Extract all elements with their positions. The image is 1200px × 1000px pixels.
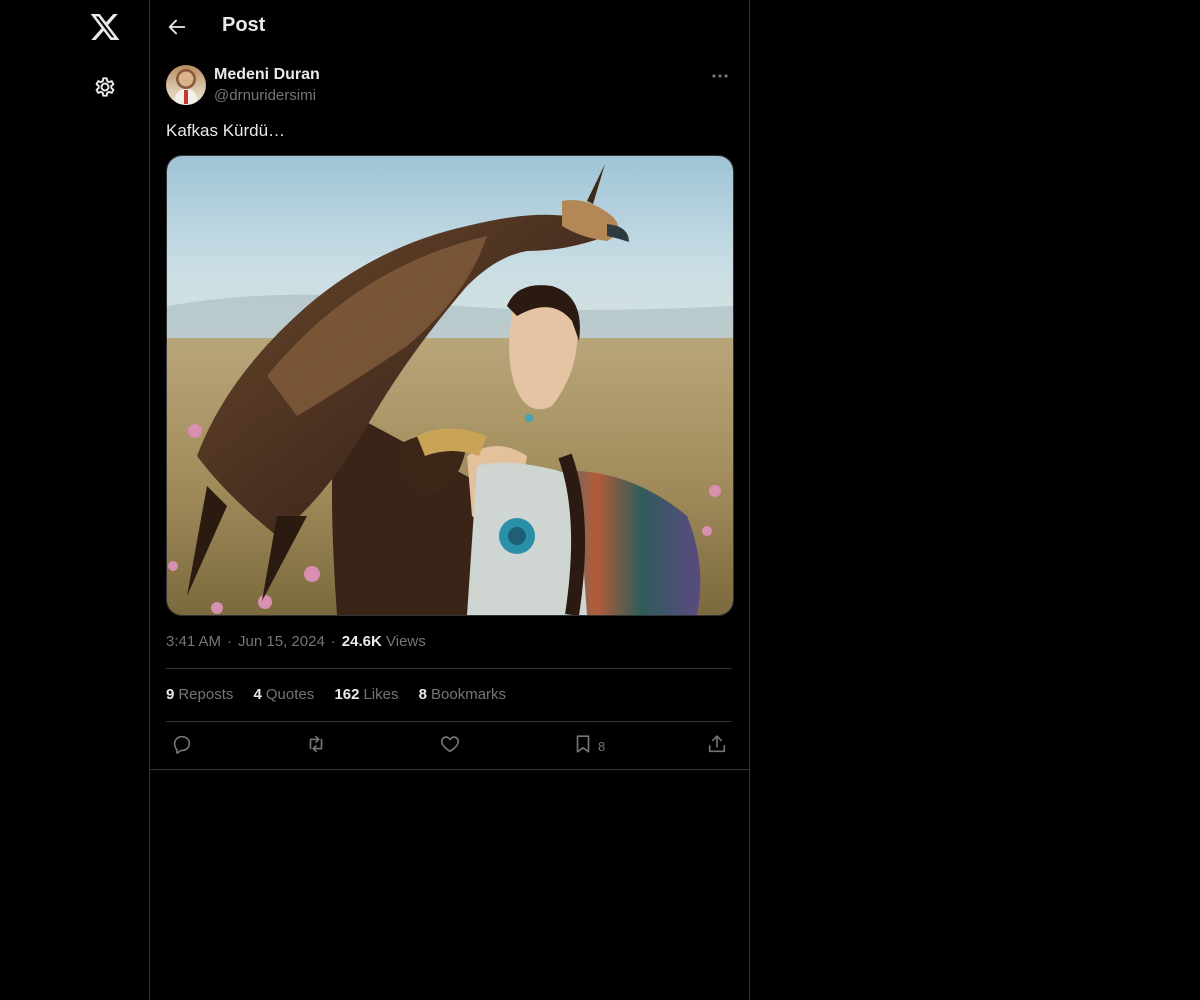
quotes-count: 4 [253,686,262,703]
bookmark-count: 8 [598,739,606,754]
page-title: Post [222,14,266,36]
views-count: 24.6K [341,633,382,650]
post-column: Post Medeni Duran @drnuridersimi Kafkas … [149,0,750,1000]
bookmarks-count: 8 [418,686,428,703]
reposts-count: 9 [166,686,175,703]
likes-label: Likes [363,686,399,703]
quotes-label: Quotes [265,686,315,703]
share-icon [708,735,726,753]
likes-count: 162 [334,686,360,703]
post-date[interactable]: Jun 15, 2024 [238,633,325,650]
x-logo-icon[interactable] [89,11,121,43]
post-stats: 9 Reposts 4 Quotes 162 Likes 8 Bookmarks [166,686,522,703]
gear-icon[interactable] [92,74,118,100]
bookmarks-stat[interactable]: 8 Bookmarks [419,686,506,703]
repost-icon [309,735,323,753]
views-label: Views [386,633,426,650]
avatar[interactable] [166,65,206,105]
divider [166,668,732,669]
quotes-stat[interactable]: 4 Quotes [254,686,315,703]
reposts-label: Reposts [178,686,234,703]
bookmarks-label: Bookmarks [431,686,507,703]
likes-stat[interactable]: 162 Likes [334,686,398,703]
meta-separator: · [330,633,336,650]
share-button[interactable] [706,733,728,759]
divider [166,721,732,722]
author-handle[interactable]: @drnuridersimi [214,87,316,104]
post-text: Kafkas Kürdü… [166,121,286,140]
author-name[interactable]: Medeni Duran [214,66,320,84]
reply-button[interactable] [171,733,193,759]
post-time[interactable]: 3:41 AM [166,633,221,650]
divider [150,769,749,770]
reposts-stat[interactable]: 9 Reposts [166,686,233,703]
post-image[interactable] [166,155,734,616]
post-author: Medeni Duran @drnuridersimi [166,64,732,108]
left-navigation [0,0,150,1000]
repost-button[interactable] [304,733,328,759]
post-meta: 3:41 AM · Jun 15, 2024 · 24.6K Views [166,633,426,650]
bookmark-button[interactable]: 8 [572,733,605,759]
bookmark-icon [576,735,590,753]
reply-icon [173,735,191,754]
post-actions: 8 [166,733,732,759]
arrow-left-icon[interactable] [166,16,188,38]
post-header: Post [150,0,749,54]
like-button[interactable] [439,733,461,759]
meta-separator: · [227,633,233,650]
more-horizontal-icon[interactable] [710,68,730,84]
heart-icon [440,736,460,753]
